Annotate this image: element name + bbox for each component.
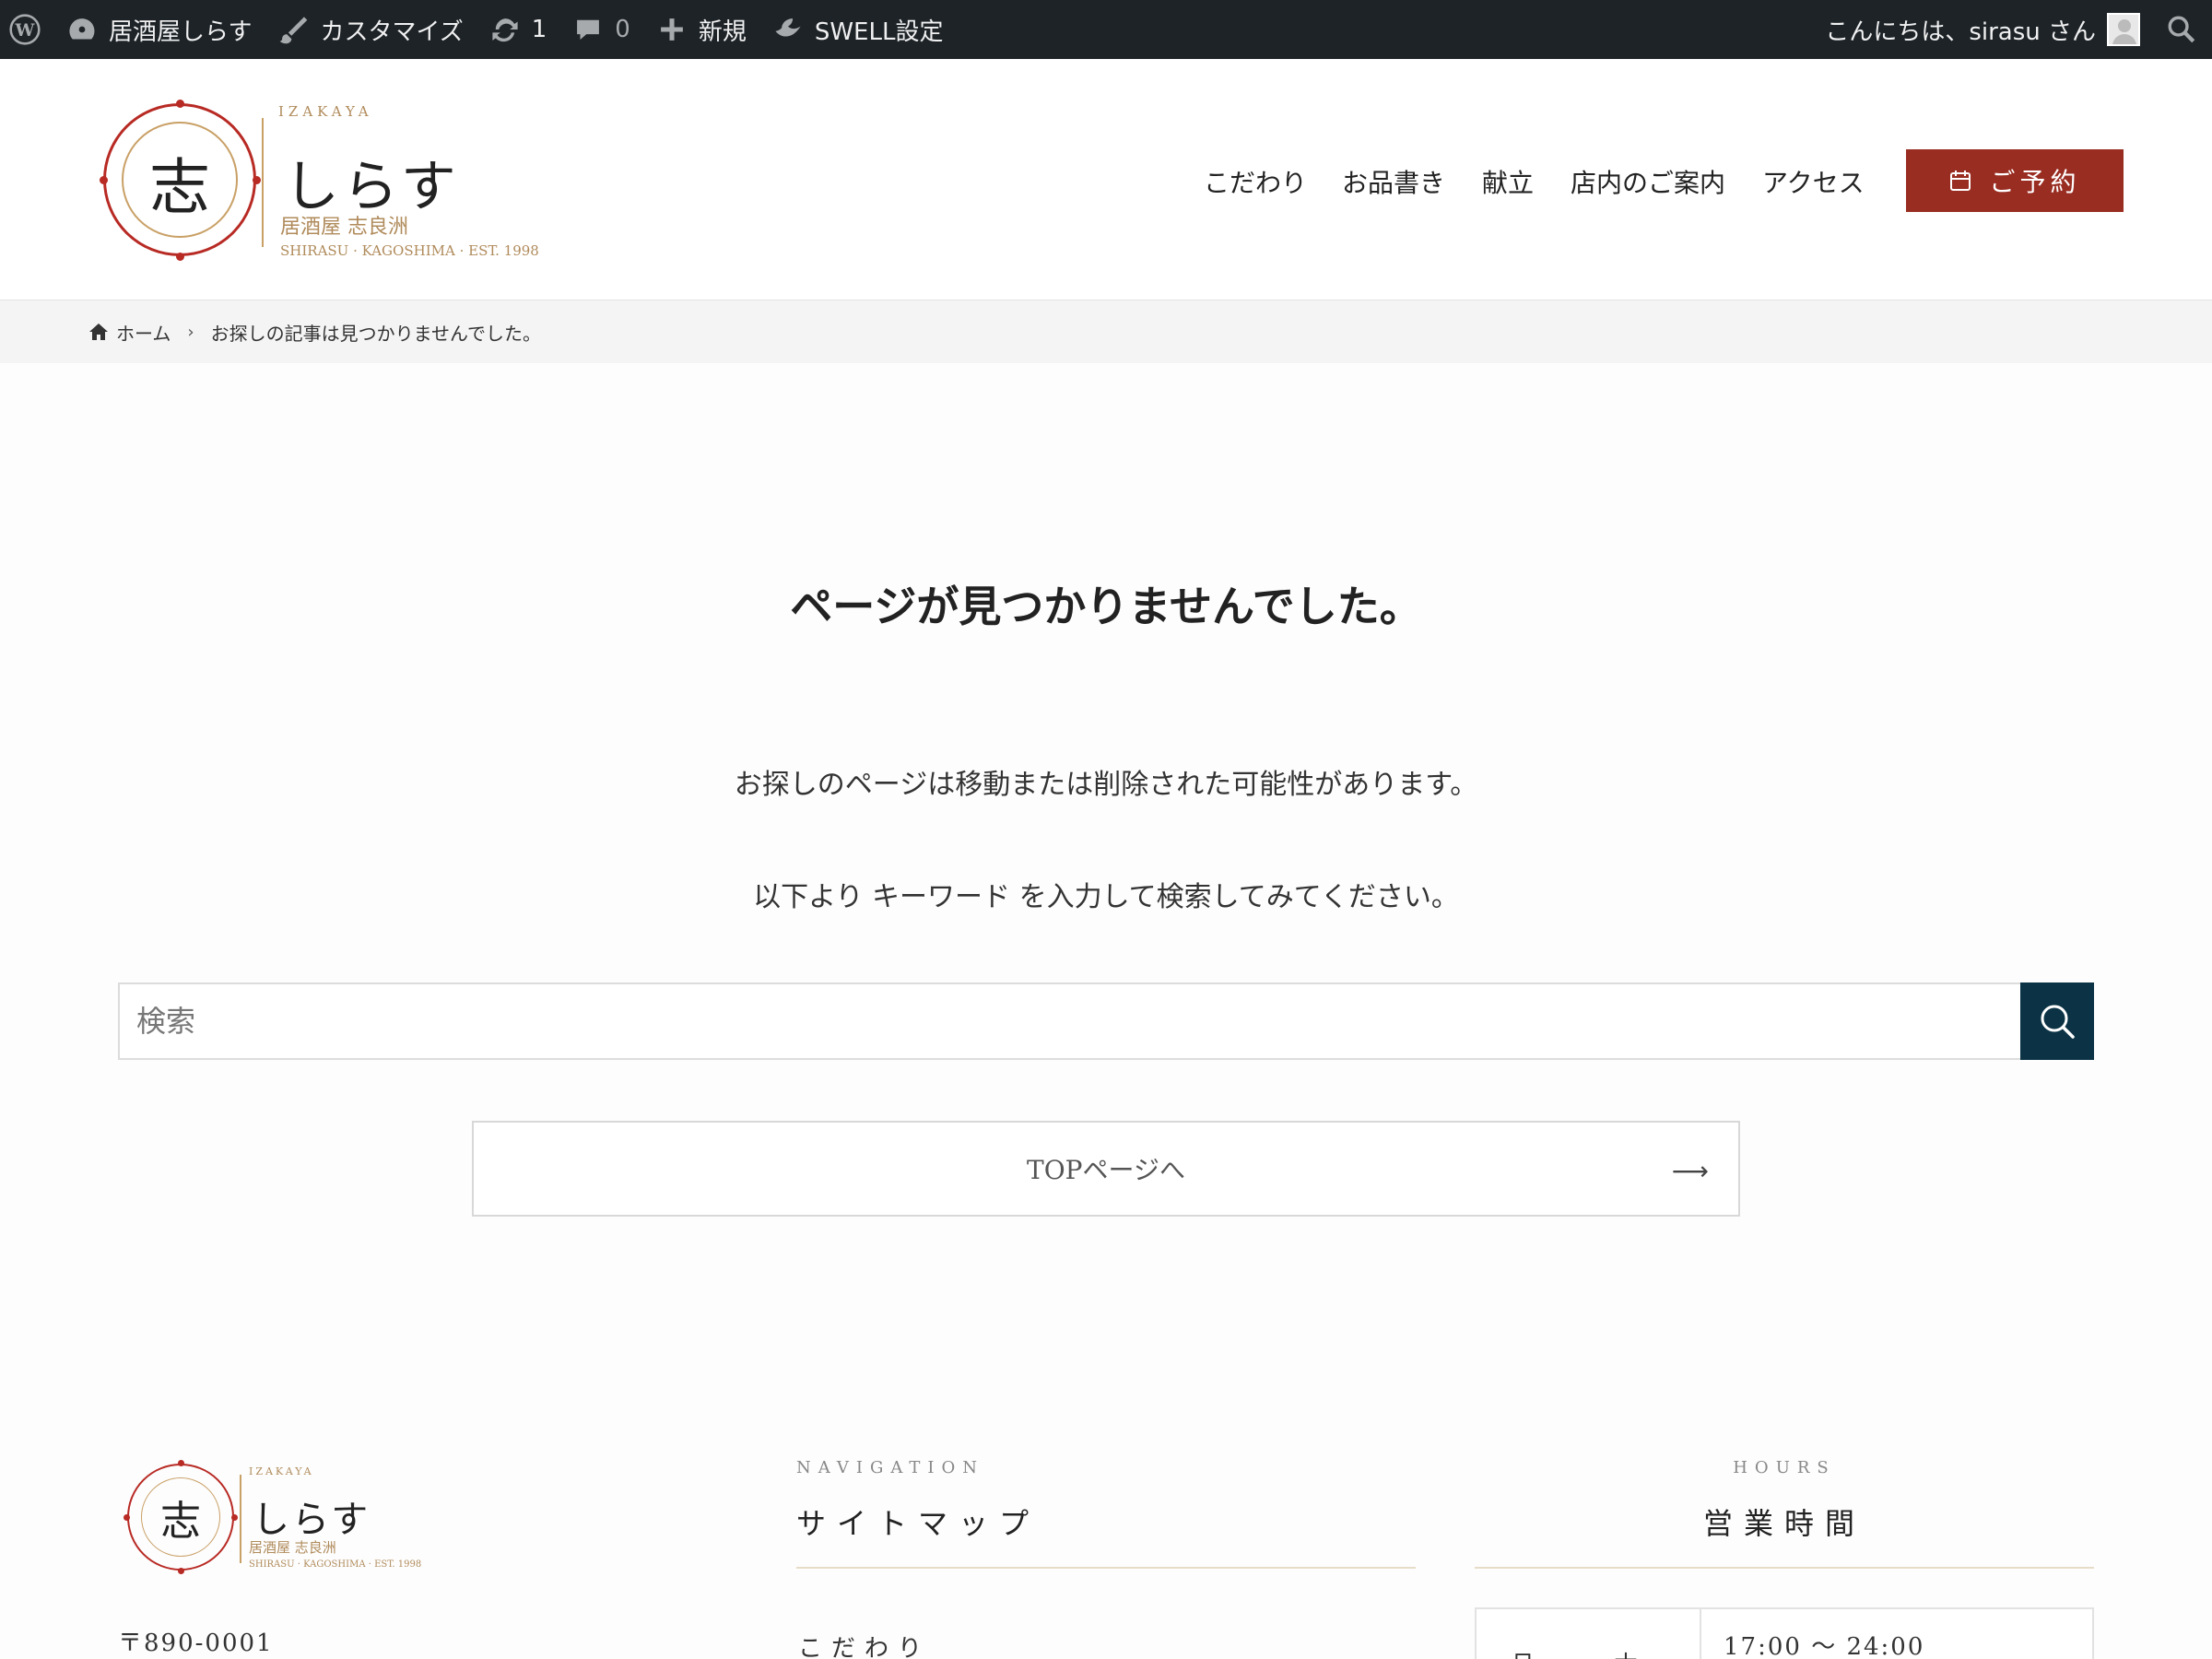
customize-menu[interactable]: カスタマイズ [265,0,476,59]
logo-dot [178,1568,184,1574]
footer-logo-kanji: 志 [160,1498,201,1545]
breadcrumb-home[interactable]: ホーム [116,319,171,346]
logo-dot [231,1514,238,1521]
nav-item-menu[interactable]: お品書き [1342,163,1445,200]
new-label: 新規 [698,18,747,46]
site-name-label: 居酒屋しらす [109,18,253,46]
hours-time: 17:00 〜 24:00 [1724,1633,1925,1659]
admin-bar: W 居酒屋しらす カスタマイズ 1 0 新規 SWELL設定 こんにちは、sir… [0,0,2212,59]
updates-count: 1 [531,16,547,43]
chevron-right-icon: › [187,322,194,342]
hours-table: 月〜木 17:00 〜 24:00 [1475,1607,2094,1659]
logo-izakaya: IZAKAYA [278,103,373,120]
sitemap-link-kodawari[interactable]: こだわり [798,1630,931,1659]
search-input[interactable] [120,984,2022,1058]
logo-dot [176,100,184,108]
logo-meta: SHIRASU · KAGOSHIMA · EST. 1998 [280,242,539,259]
logo-dot [176,253,184,261]
new-content-menu[interactable]: 新規 [643,0,759,59]
logo-dot [253,176,261,184]
search-icon [2041,1005,2075,1039]
footer-logo-meta: SHIRASU · KAGOSHIMA · EST. 1998 [249,1559,422,1570]
logo-dot [124,1514,130,1521]
search-hint-message: 以下より キーワード を入力して検索してみてください。 [753,881,1459,913]
site-logo[interactable]: 志 IZAKAYA しらす 居酒屋 志良洲 SHIRASU · KAGOSHIM… [100,100,539,261]
svg-text:W: W [15,20,36,41]
footer-logo-name: しらす [253,1499,371,1541]
plus-icon [660,18,683,41]
footer-logo-izakaya: IZAKAYA [249,1465,314,1477]
logo-divider [262,118,264,247]
swell-label: SWELL設定 [814,18,944,46]
search-form [118,982,2094,1060]
footer-logo-subtitle: 居酒屋 志良洲 [249,1539,336,1556]
nav-item-guide[interactable]: 店内のご案内 [1571,163,1725,200]
account-menu[interactable]: こんにちは、sirasu さん [1812,0,2153,59]
site-header: 志 IZAKAYA しらす 居酒屋 志良洲 SHIRASU · KAGOSHIM… [0,59,2212,300]
breadcrumb: ホーム › お探しの記事は見つかりませんでした。 [0,300,2212,363]
home-icon [89,324,108,340]
logo-dot [178,1460,184,1466]
search-button[interactable] [2020,982,2094,1060]
footer-postal: 〒890-0001 [118,1630,274,1657]
logo-kanji: 志 [149,152,210,223]
greeting-text: こんにちは、sirasu さん [1825,18,2096,46]
reserve-button[interactable]: ご予約 [1906,149,2124,212]
admin-search-icon[interactable] [2153,0,2212,59]
sitemap-heading: サイトマップ [796,1506,1041,1541]
nav-item-kodawari[interactable]: こだわり [1204,163,1307,200]
brush-icon [280,17,308,44]
updates-icon [492,18,518,42]
swell-settings-menu[interactable]: SWELL設定 [759,0,957,59]
top-page-label: TOPページへ [1027,1155,1185,1185]
reserve-label: ご予約 [1989,167,2081,197]
comments-count: 0 [615,16,630,43]
customize-label: カスタマイズ [320,18,464,46]
avatar [2107,13,2140,46]
logo-dot [100,176,108,184]
hours-heading: 営業時間 [1702,1506,1865,1541]
nav-item-access[interactable]: アクセス [1762,163,1865,200]
hours-eyebrow: HOURS [1733,1458,1836,1477]
dashboard-icon [69,18,95,40]
breadcrumb-current: お探しの記事は見つかりませんでした。 [210,322,542,345]
updates-menu[interactable]: 1 [477,0,560,59]
site-name-menu[interactable]: 居酒屋しらす [53,0,265,59]
footer-logo[interactable]: 志 IZAKAYA しらす 居酒屋 志良洲 SHIRASU · KAGOSHIM… [124,1460,422,1574]
swell-icon [775,18,801,37]
footer-logo-divider [240,1475,241,1563]
page-title: ページが見つかりませんでした。 [790,582,1422,631]
hours-divider [1475,1567,2094,1569]
hours-day: 月〜木 [1477,1609,1701,1659]
calendar-icon [1950,171,1971,191]
comment-icon [577,19,600,41]
nav-item-kondate[interactable]: 献立 [1482,163,1534,200]
top-page-button[interactable]: TOPページへ ⟶ [472,1121,1740,1217]
not-found-message: お探しのページは移動または削除された可能性があります。 [734,769,1478,801]
arrow-right-icon: ⟶ [1671,1156,1709,1186]
comments-menu[interactable]: 0 [559,0,643,59]
nav-eyebrow: NAVIGATION [796,1458,984,1477]
wordpress-logo-icon[interactable]: W [0,0,53,59]
sitemap-divider [796,1567,1416,1569]
logo-subtitle: 居酒屋 志良洲 [280,216,408,239]
